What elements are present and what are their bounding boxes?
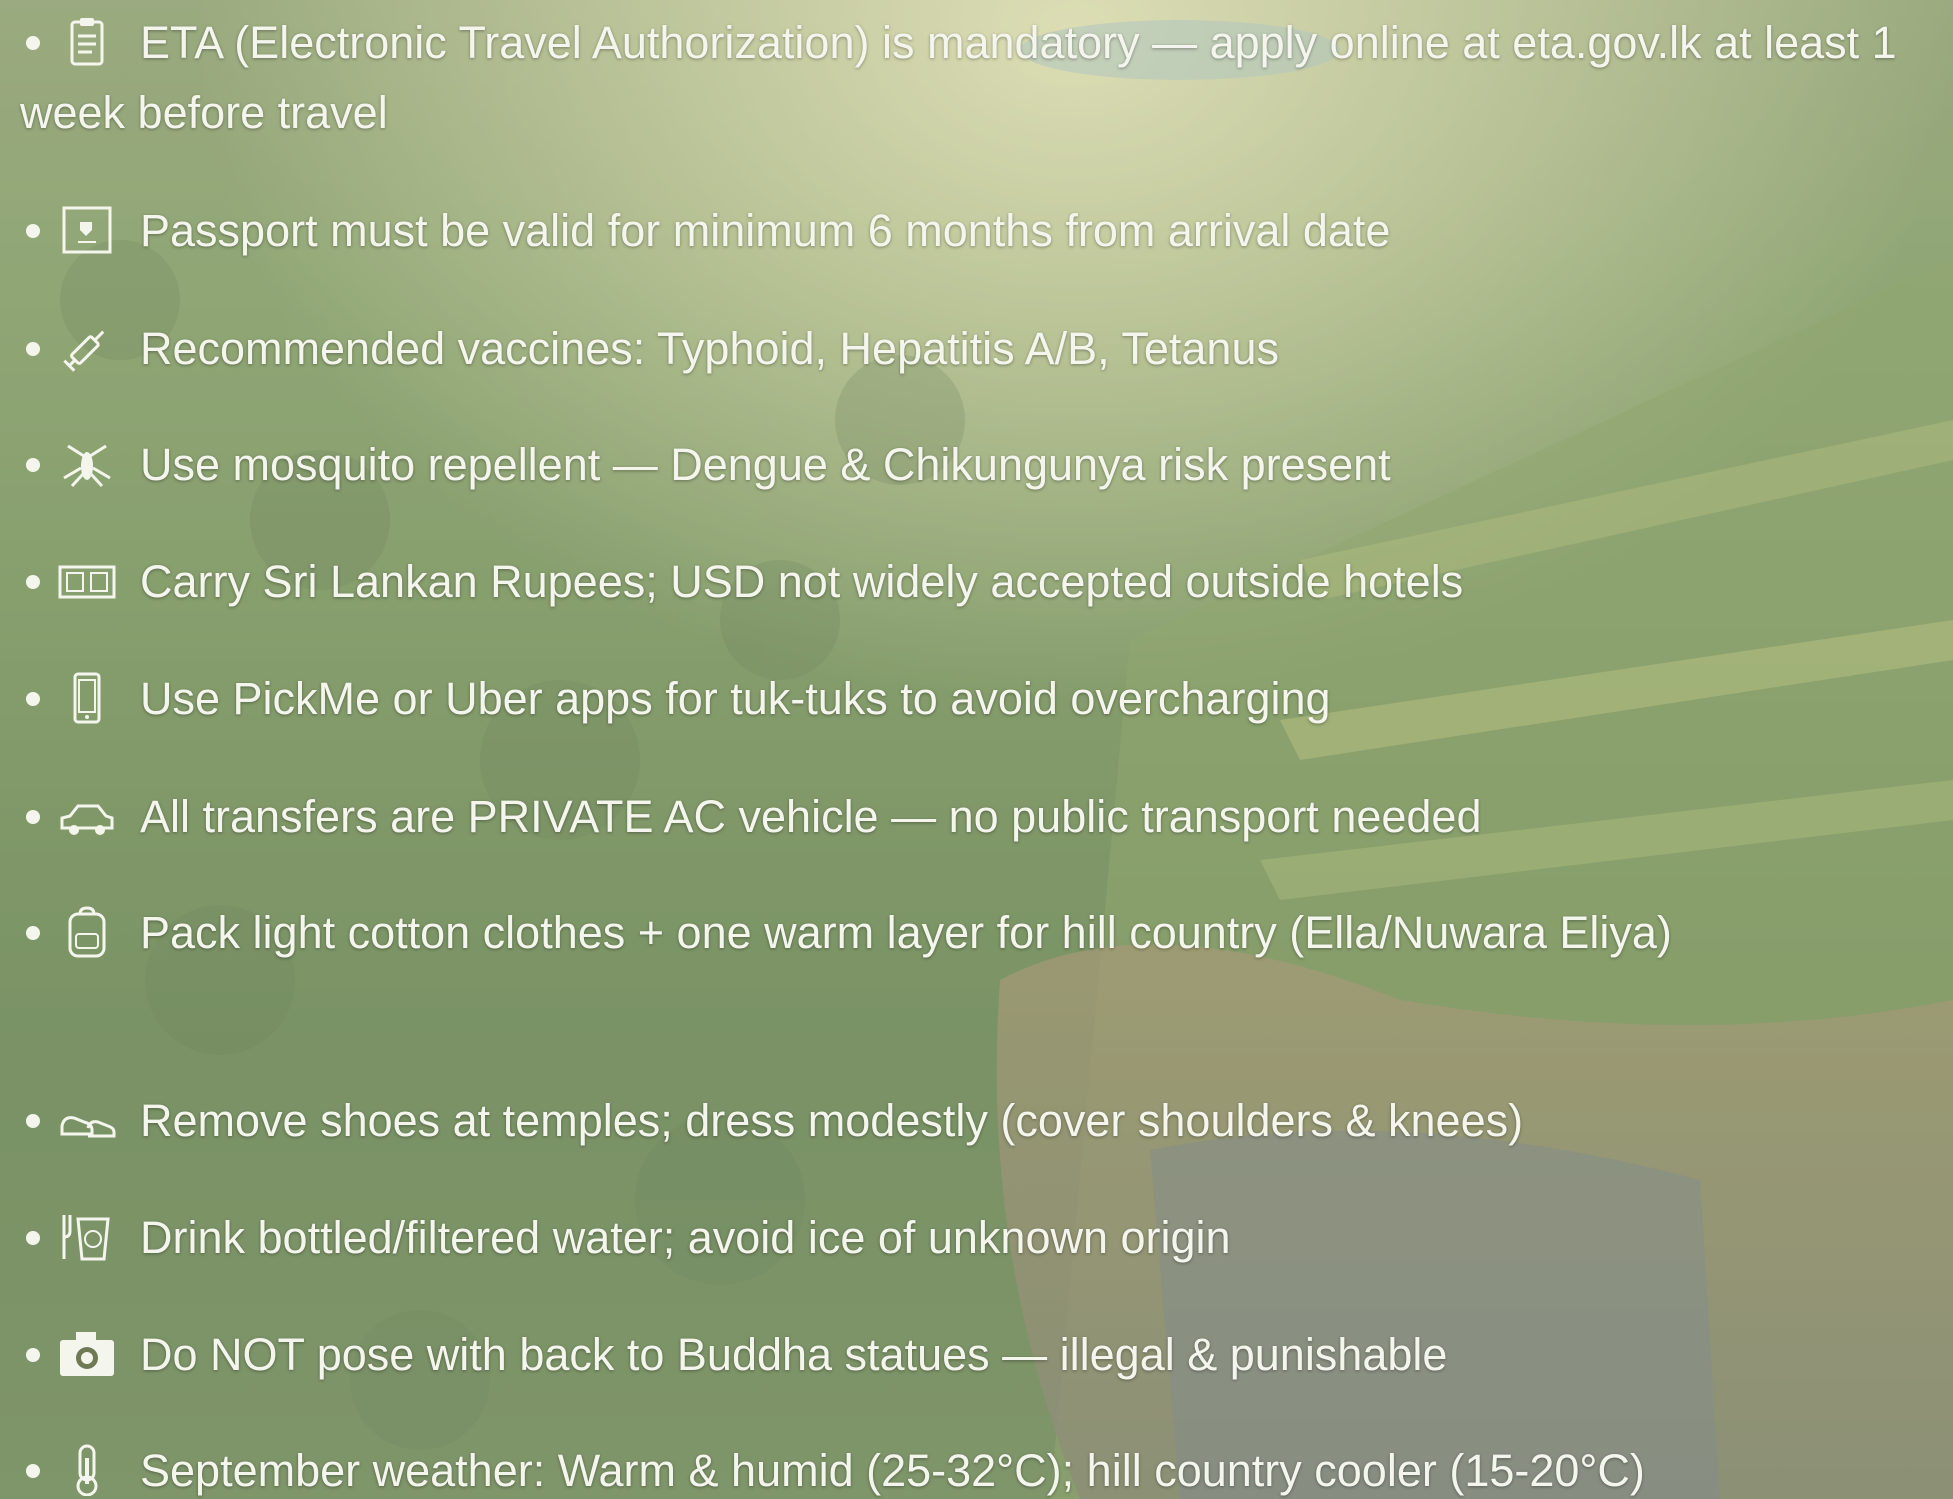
currency-icon (58, 555, 116, 607)
tip-item: Use PickMe or Uber apps for tuk-tuks to … (20, 664, 1945, 734)
tip-text: Carry Sri Lankan Rupees; USD not widely … (140, 556, 1464, 607)
passport-icon (58, 204, 116, 256)
car-icon (58, 790, 116, 842)
tip-item: ETA (Electronic Travel Authorization) is… (20, 8, 1945, 148)
tip-item: All transfers are PRIVATE AC vehicle — n… (20, 782, 1945, 852)
bullet-dot (26, 1231, 40, 1246)
water-glass-icon (58, 1211, 116, 1263)
tip-item: Recommended vaccines: Typhoid, Hepatitis… (20, 314, 1945, 384)
tip-item: Do NOT pose with back to Buddha statues … (20, 1320, 1945, 1390)
tip-item: Carry Sri Lankan Rupees; USD not widely … (20, 547, 1945, 617)
travel-tips-list: ETA (Electronic Travel Authorization) is… (0, 0, 1953, 1499)
bullet-dot (26, 926, 40, 941)
mosquito-icon (58, 438, 116, 490)
tip-text: ETA (Electronic Travel Authorization) is… (20, 17, 1897, 138)
tip-text: Passport must be valid for minimum 6 mon… (140, 205, 1391, 256)
tip-text: Pack light cotton clothes + one warm lay… (140, 907, 1672, 958)
mobile-phone-icon (58, 672, 116, 724)
syringe-icon (58, 322, 116, 374)
tip-text: Remove shoes at temples; dress modestly … (140, 1095, 1524, 1146)
bullet-dot (26, 1114, 40, 1129)
thermometer-icon (58, 1444, 116, 1497)
bullet-dot (26, 36, 40, 51)
bullet-dot (26, 342, 40, 357)
tip-item: Use mosquito repellent — Dengue & Chikun… (20, 430, 1945, 500)
tip-item: Passport must be valid for minimum 6 mon… (20, 196, 1945, 266)
bullet-dot (26, 575, 40, 590)
camera-icon (58, 1328, 116, 1380)
bullet-dot (26, 224, 40, 239)
clipboard-icon (58, 16, 116, 68)
bullet-dot (26, 810, 40, 825)
shoes-icon (58, 1094, 116, 1146)
tip-text: Drink bottled/filtered water; avoid ice … (140, 1212, 1231, 1263)
bullet-dot (26, 1348, 40, 1363)
tip-text: Do NOT pose with back to Buddha statues … (140, 1329, 1448, 1380)
tip-item: September weather: Warm & humid (25-32°C… (20, 1436, 1945, 1499)
bullet-dot (26, 1464, 40, 1479)
tip-text: September weather: Warm & humid (25-32°C… (140, 1445, 1645, 1496)
backpack-icon (58, 906, 116, 958)
tip-item: Remove shoes at temples; dress modestly … (20, 1086, 1945, 1156)
bullet-dot (26, 458, 40, 473)
tip-item: Pack light cotton clothes + one warm lay… (20, 898, 1945, 968)
tip-text: Use PickMe or Uber apps for tuk-tuks to … (140, 673, 1331, 724)
tip-item: Drink bottled/filtered water; avoid ice … (20, 1203, 1945, 1273)
bullet-dot (26, 692, 40, 707)
tip-text: All transfers are PRIVATE AC vehicle — n… (140, 791, 1482, 842)
tip-text: Recommended vaccines: Typhoid, Hepatitis… (140, 323, 1279, 374)
tip-text: Use mosquito repellent — Dengue & Chikun… (140, 439, 1391, 490)
